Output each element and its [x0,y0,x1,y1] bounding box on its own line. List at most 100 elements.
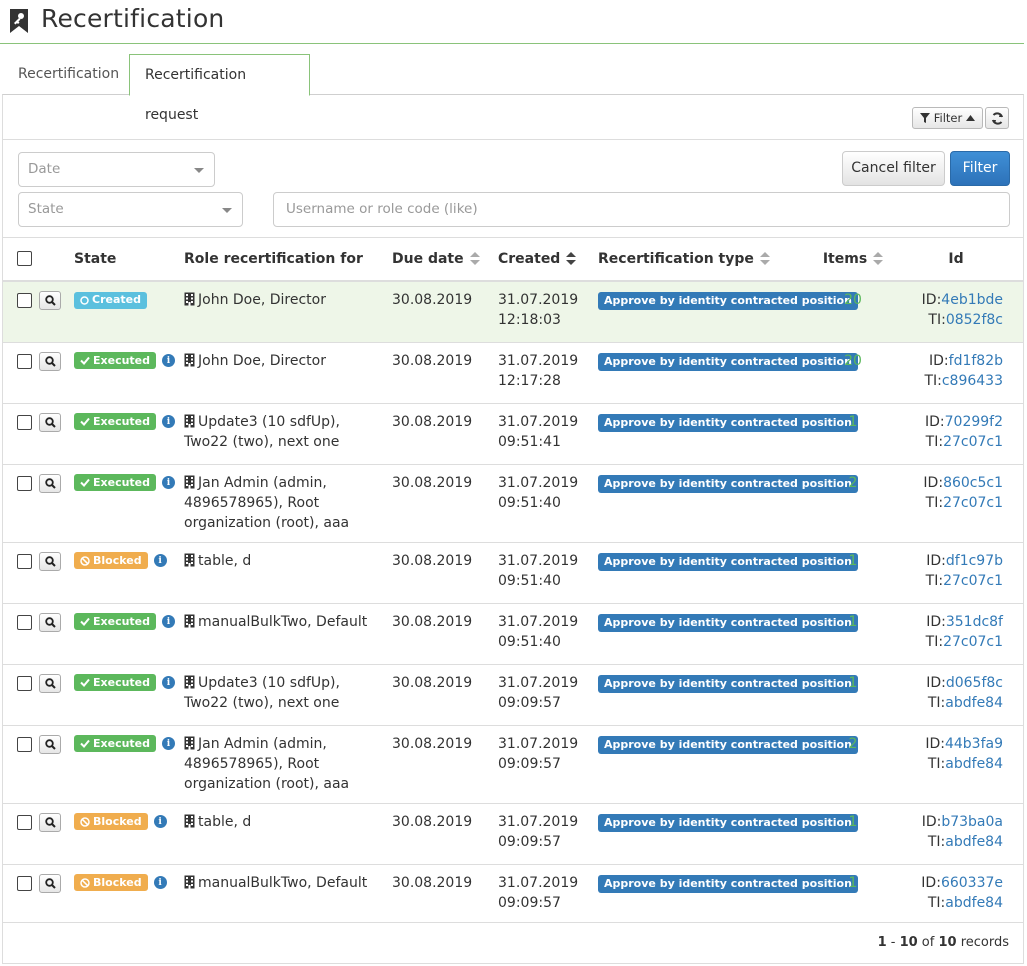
info-icon[interactable]: i [162,354,176,367]
filter-toggle-label: Filter [933,111,963,125]
info-icon[interactable]: i [162,615,176,628]
id-link[interactable]: 44b3fa9 [945,736,1003,752]
date-select[interactable]: Date [18,152,215,187]
ti-link[interactable]: 27c07c1 [943,573,1003,589]
recertification-type-label: Approve by identity contracted position [598,413,858,432]
building-icon [184,353,195,366]
row-checkbox[interactable] [17,675,32,691]
info-icon[interactable]: i [162,737,176,750]
id-link[interactable]: df1c97b [946,553,1003,569]
id-link[interactable]: 660337e [941,875,1003,891]
table-row[interactable]: Executed i manualBulkTwo, Default 30.08.201… [3,602,1023,664]
table-row[interactable]: Blocked i manualBulkTwo, Default 30.08.2019… [3,863,1023,925]
records-to: 10 [899,935,918,950]
info-icon[interactable]: i [162,415,176,428]
status-badge-label: Executed [93,353,151,367]
table-row[interactable]: Executed i Jan Admin (admin, 4896578965), … [3,463,1023,542]
status-badge-label: Blocked [93,814,142,828]
refresh-button[interactable] [985,107,1009,129]
ti-link[interactable]: 27c07c1 [943,495,1003,511]
tab-recertification[interactable]: Recertification [3,54,128,95]
detail-button[interactable] [39,873,61,893]
column-header-type[interactable]: Recertification type [590,238,817,282]
detail-button[interactable] [39,612,61,632]
id-link[interactable]: b73ba0a [941,814,1003,830]
items-count: 1 [817,602,889,664]
row-checkbox[interactable] [17,814,32,830]
ti-link[interactable]: abdfe84 [945,834,1003,850]
table-row[interactable]: Executed i Update3 (10 sdfUp), Two22 (two)… [3,663,1023,725]
info-icon[interactable]: i [162,676,176,689]
ti-link[interactable]: abdfe84 [945,695,1003,711]
table-row[interactable]: Blocked i table, d 30.08.2019 31.07.2019 09:0… [3,802,1023,864]
info-icon[interactable]: i [153,815,167,828]
detail-button[interactable] [39,291,61,310]
id-link[interactable]: d065f8c [946,675,1003,691]
row-checkbox[interactable] [17,353,32,369]
row-checkbox[interactable] [17,475,32,491]
id-prefix: ID: [926,613,946,630]
detail-button[interactable] [39,473,61,493]
detail-button[interactable] [39,551,61,571]
table-row[interactable]: Created John Doe, Director 30.08.2019 31.07… [3,280,1023,342]
info-icon[interactable]: i [153,876,167,889]
ti-link[interactable]: abdfe84 [945,895,1003,911]
column-header-created[interactable]: Created [490,238,590,282]
row-checkbox[interactable] [17,736,32,752]
building-icon [184,675,195,688]
search-input[interactable]: Username or role code (like) [273,192,1010,227]
id-link[interactable]: 4eb1bde [941,292,1003,308]
table-row[interactable]: Executed i Update3 (10 sdfUp), Two22 (two)… [3,402,1023,464]
ti-link[interactable]: abdfe84 [945,756,1003,772]
column-header-role[interactable]: Role recertification for [176,238,384,282]
detail-button[interactable] [39,673,61,693]
detail-button[interactable] [39,351,61,371]
state-select[interactable]: State [18,192,243,227]
column-header-state[interactable]: State [66,238,176,282]
recertification-type-label: Approve by identity contracted position [598,613,858,632]
items-count: 20 [817,280,889,342]
detail-button[interactable] [39,734,61,754]
info-icon[interactable]: i [153,554,167,567]
id-prefix: ID: [926,674,946,691]
column-header-items[interactable]: Items [817,238,889,282]
created-date: 31.07.2019 [498,735,579,752]
tab-recertification-request[interactable]: Recertification request [129,54,310,123]
recertification-type-label: Approve by identity contracted position [598,674,858,693]
id-link[interactable]: 70299f2 [945,414,1003,430]
created-time: 12:17:28 [498,372,561,389]
role-label: Jan Admin (admin, 4896578965), Root orga… [184,474,350,531]
filter-toggle-button[interactable]: Filter [912,107,983,129]
row-checkbox[interactable] [17,293,32,308]
row-checkbox[interactable] [17,553,32,569]
items-count: 20 [817,341,889,403]
row-checkbox[interactable] [17,875,32,891]
ti-link[interactable]: 0852f8c [946,312,1003,328]
created-date: 31.07.2019 [498,552,579,569]
building-icon [184,875,195,888]
row-checkbox[interactable] [17,414,32,430]
apply-filter-button[interactable]: Filter [950,151,1010,186]
created-date: 31.07.2019 [498,613,579,630]
ti-link[interactable]: c896433 [942,373,1003,389]
table-row[interactable]: Blocked i table, d 30.08.2019 31.07.2019 09:5… [3,541,1023,603]
detail-button[interactable] [39,412,61,432]
table-row[interactable]: Executed i Jan Admin (admin, 4896578965), … [3,724,1023,803]
page-title: Recertification [41,4,225,33]
ti-link[interactable]: 27c07c1 [943,434,1003,450]
column-header-due-date[interactable]: Due date [384,238,490,282]
detail-button[interactable] [39,812,61,832]
select-all-checkbox[interactable] [17,251,32,266]
row-checkbox[interactable] [17,614,32,630]
id-link[interactable]: 351dc8f [946,614,1003,630]
info-icon[interactable]: i [162,476,176,489]
table-row[interactable]: Executed i John Doe, Director 30.08.2019 31.… [3,341,1023,403]
ti-link[interactable]: 27c07c1 [943,634,1003,650]
recertification-table: State Role recertification for Due date … [3,238,1023,925]
created-time: 09:51:41 [498,433,561,450]
cancel-filter-button[interactable]: Cancel filter [842,151,945,186]
id-link[interactable]: fd1f82b [949,353,1003,369]
status-badge-label: Executed [93,414,151,428]
magnifier-icon [44,555,56,567]
id-link[interactable]: 860c5c1 [943,475,1003,491]
